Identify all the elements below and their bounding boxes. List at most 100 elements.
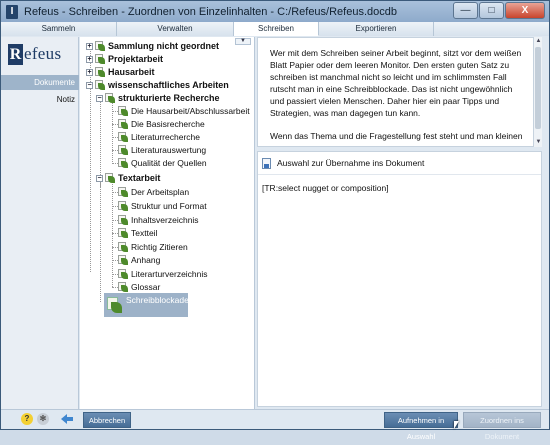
tab-schreiben[interactable]: Schreiben: [234, 22, 319, 36]
tree-node-13[interactable]: Inhaltsverzeichnis: [118, 214, 199, 226]
tree-node-17[interactable]: Literarturverzeichnis: [118, 268, 208, 280]
tree-node-0[interactable]: + Sammlung nicht geordnet: [86, 40, 219, 52]
tree-scroll-down-icon[interactable]: ▼: [235, 38, 251, 45]
tree-node-11[interactable]: Der Arbeitsplan: [118, 186, 189, 198]
logo-text: efeus: [24, 44, 62, 63]
assign-to-document-button[interactable]: Zuordnen ins Dokument: [463, 412, 541, 441]
nugget-icon: [118, 145, 128, 155]
tree-label: strukturierte Recherche: [118, 93, 220, 103]
tree-label: Die Hausarbeit/Abschlussarbeit: [131, 106, 250, 116]
tree-label: Der Arbeitsplan: [131, 187, 190, 197]
scroll-down-icon[interactable]: ▼: [534, 138, 543, 147]
tree-label: Projektarbeit: [108, 54, 164, 64]
back-arrow-icon[interactable]: [61, 414, 73, 424]
app-icon: I: [6, 4, 18, 19]
scroll-up-icon[interactable]: ▲: [534, 37, 543, 46]
collapse-icon[interactable]: −: [86, 81, 93, 89]
tree-node-1[interactable]: + Projektarbeit: [86, 53, 163, 65]
collapse-icon[interactable]: −: [96, 174, 103, 182]
tree-label: Textarbeit: [118, 173, 161, 183]
maximize-button[interactable]: □: [479, 2, 504, 19]
nugget-icon: [118, 269, 128, 279]
nugget-icon: [118, 106, 128, 116]
nugget-icon: [118, 119, 128, 129]
tree-node-15[interactable]: Richtig Zitieren: [118, 241, 188, 253]
tree-node-9[interactable]: Qualität der Quellen: [118, 157, 207, 169]
minimize-button[interactable]: —: [453, 2, 478, 19]
main-tabs: Sammeln Verwalten Schreiben Exportieren: [1, 22, 549, 36]
sidebar: R efeus Dokumente Notiz: [1, 37, 79, 409]
tree-node-2[interactable]: + Hausarbeit: [86, 66, 155, 78]
structure-tree: ▼ + Sammlung nicht geordnet + Projektarbei…: [80, 37, 255, 409]
tree-node-4[interactable]: − strukturierte Recherche: [96, 92, 220, 104]
tab-exportieren[interactable]: Exportieren: [319, 22, 434, 36]
tab-sammeln[interactable]: Sammeln: [1, 22, 117, 36]
app-window: I Refeus - Schreiben - Zuordnen von Einz…: [0, 0, 550, 441]
folder-icon: [105, 93, 115, 103]
selection-pane: Auswahl zur Übernahme ins Dokument [TR:s…: [257, 151, 542, 407]
selection-placeholder: [TR:select nugget or composition]: [262, 183, 389, 193]
document-scrollbar[interactable]: ▲ ▼: [533, 37, 542, 147]
paragraph: Wenn das Thema und die Fragestellung fes…: [270, 131, 523, 141]
document-icon: [262, 157, 271, 169]
tree-node-10[interactable]: − Textarbeit: [96, 172, 160, 184]
title-bar: I Refeus - Schreiben - Zuordnen von Einz…: [1, 1, 549, 22]
scroll-thumb[interactable]: [535, 47, 541, 129]
tree-node-6[interactable]: Die Basisrecherche: [118, 118, 205, 130]
expand-icon[interactable]: +: [86, 68, 93, 76]
gear-icon[interactable]: ✻: [37, 413, 49, 425]
window-title: Refeus - Schreiben - Zuordnen von Einzel…: [24, 5, 397, 18]
tree-node-7[interactable]: Literaturrecherche: [118, 131, 200, 143]
tab-strip-filler: [434, 22, 549, 36]
tree-label: Schreibblockade: [126, 295, 189, 305]
tree-label: Die Basisrecherche: [131, 119, 205, 129]
selection-hint-label: Auswahl zur Übernahme ins Dokument: [277, 158, 425, 168]
tab-verwalten[interactable]: Verwalten: [117, 22, 234, 36]
divider: [258, 174, 541, 175]
window-controls: — □ X: [453, 2, 545, 19]
cancel-button[interactable]: Abbrechen: [83, 412, 131, 428]
expand-icon[interactable]: +: [86, 55, 93, 63]
add-to-selection-button[interactable]: Aufnehmen in Auswahl: [384, 412, 458, 441]
nugget-icon: [107, 297, 123, 313]
tree-node-12[interactable]: Struktur und Format: [118, 200, 207, 212]
tree-connector: [100, 182, 101, 302]
tree-label: Hausarbeit: [108, 67, 155, 77]
logo-mark: R: [8, 43, 23, 65]
sidebar-item-dokumente[interactable]: Dokumente: [1, 75, 79, 90]
tree-node-3[interactable]: − wissenschaftliches Arbeiten: [86, 79, 229, 91]
nugget-icon: [118, 132, 128, 142]
selection-hint: Auswahl zur Übernahme ins Dokument: [262, 156, 424, 170]
nugget-icon: [118, 282, 128, 292]
folder-icon: [95, 54, 105, 64]
help-icon[interactable]: ?: [21, 413, 33, 425]
tree-label: Inhaltsverzeichnis: [131, 215, 199, 225]
expand-icon[interactable]: +: [86, 42, 93, 50]
nugget-icon: [118, 242, 128, 252]
bottom-toolbar: ? ✻ Abbrechen Aufnehmen in Auswahl Zuord…: [1, 409, 549, 441]
tree-label: wissenschaftliches Arbeiten: [108, 80, 229, 90]
refeus-logo: R efeus: [8, 43, 76, 65]
folder-icon: [95, 41, 105, 51]
tree-label: Literaturauswertung: [131, 145, 207, 155]
tree-node-selected[interactable]: Schreibblockade: [104, 293, 189, 317]
mouse-cursor-icon: [454, 421, 459, 429]
nugget-icon: [118, 187, 128, 197]
tree-node-18[interactable]: Glossar: [118, 281, 160, 293]
nugget-icon: [118, 255, 128, 265]
sidebar-item-notiz[interactable]: Notiz: [1, 92, 79, 107]
tree-node-5[interactable]: Die Hausarbeit/Abschlussarbeit: [118, 105, 250, 117]
collapse-icon[interactable]: −: [96, 94, 103, 102]
nugget-icon: [118, 158, 128, 168]
tree-label: Richtig Zitieren: [131, 242, 188, 252]
tree-node-16[interactable]: Anhang: [118, 254, 160, 266]
nugget-icon: [118, 215, 128, 225]
close-button[interactable]: X: [505, 2, 545, 19]
tree-label: Anhang: [131, 255, 161, 265]
tree-node-14[interactable]: Textteil: [118, 227, 157, 239]
tree-label: Sammlung nicht geordnet: [108, 41, 220, 51]
folder-icon: [105, 173, 115, 183]
document-text[interactable]: Wer mit dem Schreiben seiner Arbeit begi…: [257, 37, 541, 147]
tree-label: Literaturrecherche: [131, 132, 200, 142]
tree-node-8[interactable]: Literaturauswertung: [118, 144, 206, 156]
